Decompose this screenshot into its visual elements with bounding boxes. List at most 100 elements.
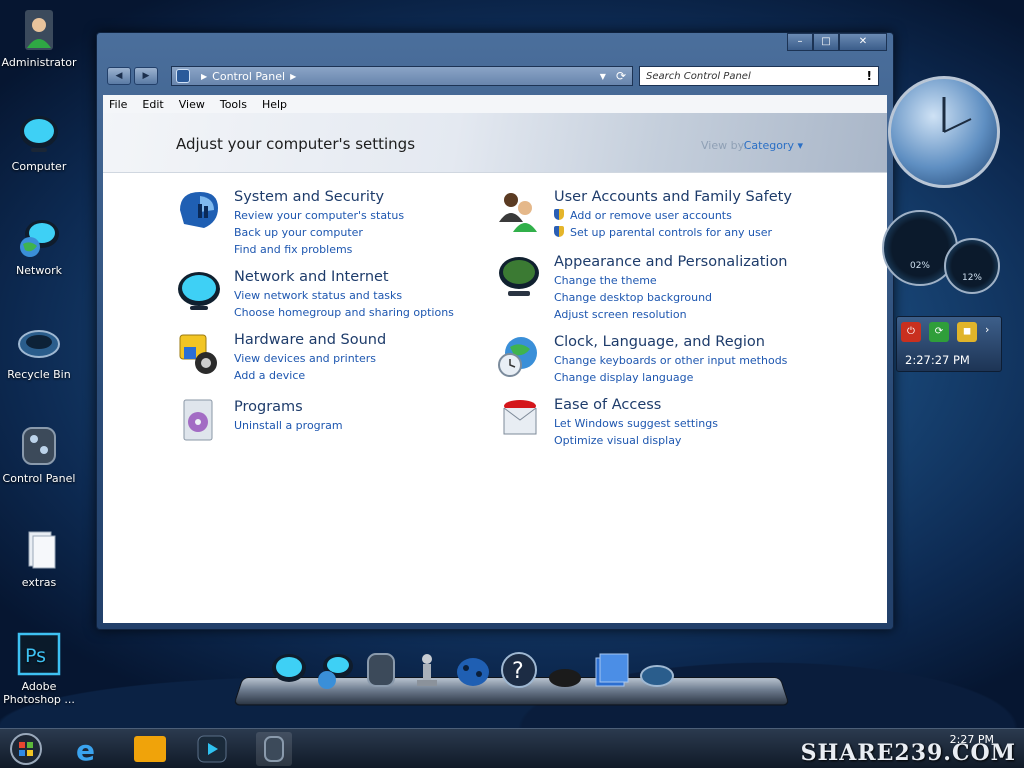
maximize-button[interactable]: □ <box>813 33 839 51</box>
chevron-right-icon[interactable]: › <box>985 323 989 336</box>
clock-gadget[interactable] <box>888 76 1000 188</box>
control-panel-dock-icon[interactable] <box>362 650 400 690</box>
ladybug-icon[interactable] <box>454 650 492 690</box>
address-row: ◀ ▶ ▶ Control Panel ▶ ▼ ⟳ Search Control… <box>107 65 885 87</box>
network-monitor-icon <box>178 272 220 310</box>
start-button-icon[interactable] <box>8 732 44 766</box>
link-homegroup[interactable]: Choose homegroup and sharing options <box>234 304 454 321</box>
control-panel-icon <box>176 69 190 83</box>
link-add-remove-accounts[interactable]: Add or remove user accounts <box>554 207 792 224</box>
recycle-bin-dock-icon[interactable] <box>638 650 676 690</box>
category-title[interactable]: Network and Internet <box>234 268 454 287</box>
shield-icon <box>180 192 218 228</box>
appearance-monitor-icon <box>499 257 539 296</box>
desktop-icon-administrator[interactable]: Administrator <box>0 8 78 69</box>
documents-folder-icon[interactable] <box>592 650 630 690</box>
search-icon[interactable]: ! <box>867 69 872 83</box>
network-dock-icon[interactable] <box>316 650 354 690</box>
close-button[interactable]: ✕ <box>839 33 887 51</box>
category-title[interactable]: Clock, Language, and Region <box>554 333 787 352</box>
restart-icon[interactable]: ⟳ <box>929 322 949 342</box>
category-title[interactable]: Hardware and Sound <box>234 331 386 350</box>
category-programs: Programs Uninstall a program <box>176 398 343 444</box>
desktop-icon-recycle-bin[interactable]: Recycle Bin <box>0 320 78 381</box>
recycle-bin-icon <box>18 330 60 358</box>
breadcrumb-control-panel[interactable]: Control Panel <box>212 70 285 83</box>
chevron-down-icon[interactable]: ▼ <box>600 72 606 81</box>
link-suggest-settings[interactable]: Let Windows suggest settings <box>554 415 718 432</box>
view-by-dropdown[interactable]: Category ▾ <box>744 139 803 152</box>
lock-icon[interactable]: ◼ <box>957 322 977 342</box>
category-appearance: Appearance and Personalization Change th… <box>496 253 788 323</box>
svg-text:Ps: Ps <box>25 645 46 667</box>
help-icon[interactable]: ? <box>500 650 538 690</box>
link-change-theme[interactable]: Change the theme <box>554 272 788 289</box>
menu-view[interactable]: View <box>179 98 205 111</box>
category-user-accounts: User Accounts and Family Safety Add or r… <box>496 188 792 241</box>
back-button[interactable]: ◀ <box>107 67 131 85</box>
category-system-security: System and Security Review your computer… <box>176 188 404 258</box>
category-clock-language-region: Clock, Language, and Region Change keybo… <box>496 333 787 386</box>
gadget-clock-time: 2:27:27 PM <box>905 353 970 367</box>
link-review-status[interactable]: Review your computer's status <box>234 207 404 224</box>
link-optimize-display[interactable]: Optimize visual display <box>554 432 718 449</box>
category-title[interactable]: Programs <box>234 398 343 417</box>
control-panel-icon <box>22 427 56 465</box>
internet-explorer-icon[interactable]: e <box>70 732 106 766</box>
control-panel-content: File Edit View Tools Help Adjust your co… <box>103 95 887 623</box>
svg-text:e: e <box>76 734 95 766</box>
link-view-devices[interactable]: View devices and printers <box>234 350 386 367</box>
menu-edit[interactable]: Edit <box>142 98 163 111</box>
link-network-status[interactable]: View network status and tasks <box>234 287 454 304</box>
user-icon <box>25 10 53 50</box>
folder-icon <box>28 531 56 569</box>
link-display-language[interactable]: Change display language <box>554 369 787 386</box>
dock: ? <box>270 650 676 690</box>
ease-of-access-icon <box>503 400 537 435</box>
link-back-up[interactable]: Back up your computer <box>234 224 404 241</box>
forward-button[interactable]: ▶ <box>134 67 158 85</box>
menu-help[interactable]: Help <box>262 98 287 111</box>
header-banner: Adjust your computer's settings View by:… <box>103 113 887 173</box>
users-icon <box>499 193 537 232</box>
link-change-keyboards[interactable]: Change keyboards or other input methods <box>554 352 787 369</box>
memory-meter-value: 12% <box>961 272 982 283</box>
clock-face-icon <box>942 97 972 133</box>
category-title[interactable]: System and Security <box>234 188 404 207</box>
desktop-icon-network[interactable]: Network <box>0 216 78 277</box>
file-explorer-icon[interactable] <box>132 732 168 766</box>
search-input[interactable]: Search Control Panel ! <box>639 66 879 86</box>
minimize-button[interactable]: – <box>787 33 813 51</box>
mouse-icon[interactable] <box>546 650 584 690</box>
svg-text:?: ? <box>512 659 524 684</box>
category-network-internet: Network and Internet View network status… <box>176 268 454 321</box>
window-controls: – □ ✕ <box>787 33 887 51</box>
menu-tools[interactable]: Tools <box>220 98 247 111</box>
chess-game-icon[interactable] <box>408 650 446 690</box>
page-title: Adjust your computer's settings <box>176 135 416 153</box>
control-panel-taskbar-icon[interactable] <box>256 732 292 766</box>
media-player-icon[interactable] <box>194 732 230 766</box>
desktop-icon-photoshop[interactable]: Ps Adobe Photoshop ... <box>0 632 78 706</box>
category-ease-of-access: Ease of Access Let Windows suggest setti… <box>496 396 718 449</box>
address-bar[interactable]: ▶ Control Panel ▶ ▼ ⟳ <box>171 66 633 86</box>
desktop-icon-computer[interactable]: Computer <box>0 112 78 173</box>
desktop-icon-control-panel[interactable]: Control Panel <box>0 424 78 485</box>
memory-meter-gadget[interactable]: 12% <box>944 238 1000 294</box>
menu-file[interactable]: File <box>109 98 127 111</box>
power-icon[interactable]: ⏻ <box>901 322 921 342</box>
link-uninstall-program[interactable]: Uninstall a program <box>234 417 343 434</box>
link-screen-resolution[interactable]: Adjust screen resolution <box>554 306 788 323</box>
link-change-background[interactable]: Change desktop background <box>554 289 788 306</box>
breadcrumb-arrow-icon[interactable]: ▶ <box>201 72 207 81</box>
category-title[interactable]: Appearance and Personalization <box>554 253 788 272</box>
breadcrumb-arrow-icon[interactable]: ▶ <box>290 72 296 81</box>
link-parental-controls[interactable]: Set up parental controls for any user <box>554 224 792 241</box>
refresh-icon[interactable]: ⟳ <box>616 69 626 83</box>
computer-dock-icon[interactable] <box>270 650 308 690</box>
link-add-device[interactable]: Add a device <box>234 367 386 384</box>
desktop-icon-extras[interactable]: extras <box>0 528 78 589</box>
category-title[interactable]: User Accounts and Family Safety <box>554 188 792 207</box>
category-title[interactable]: Ease of Access <box>554 396 718 415</box>
link-find-fix-problems[interactable]: Find and fix problems <box>234 241 404 258</box>
